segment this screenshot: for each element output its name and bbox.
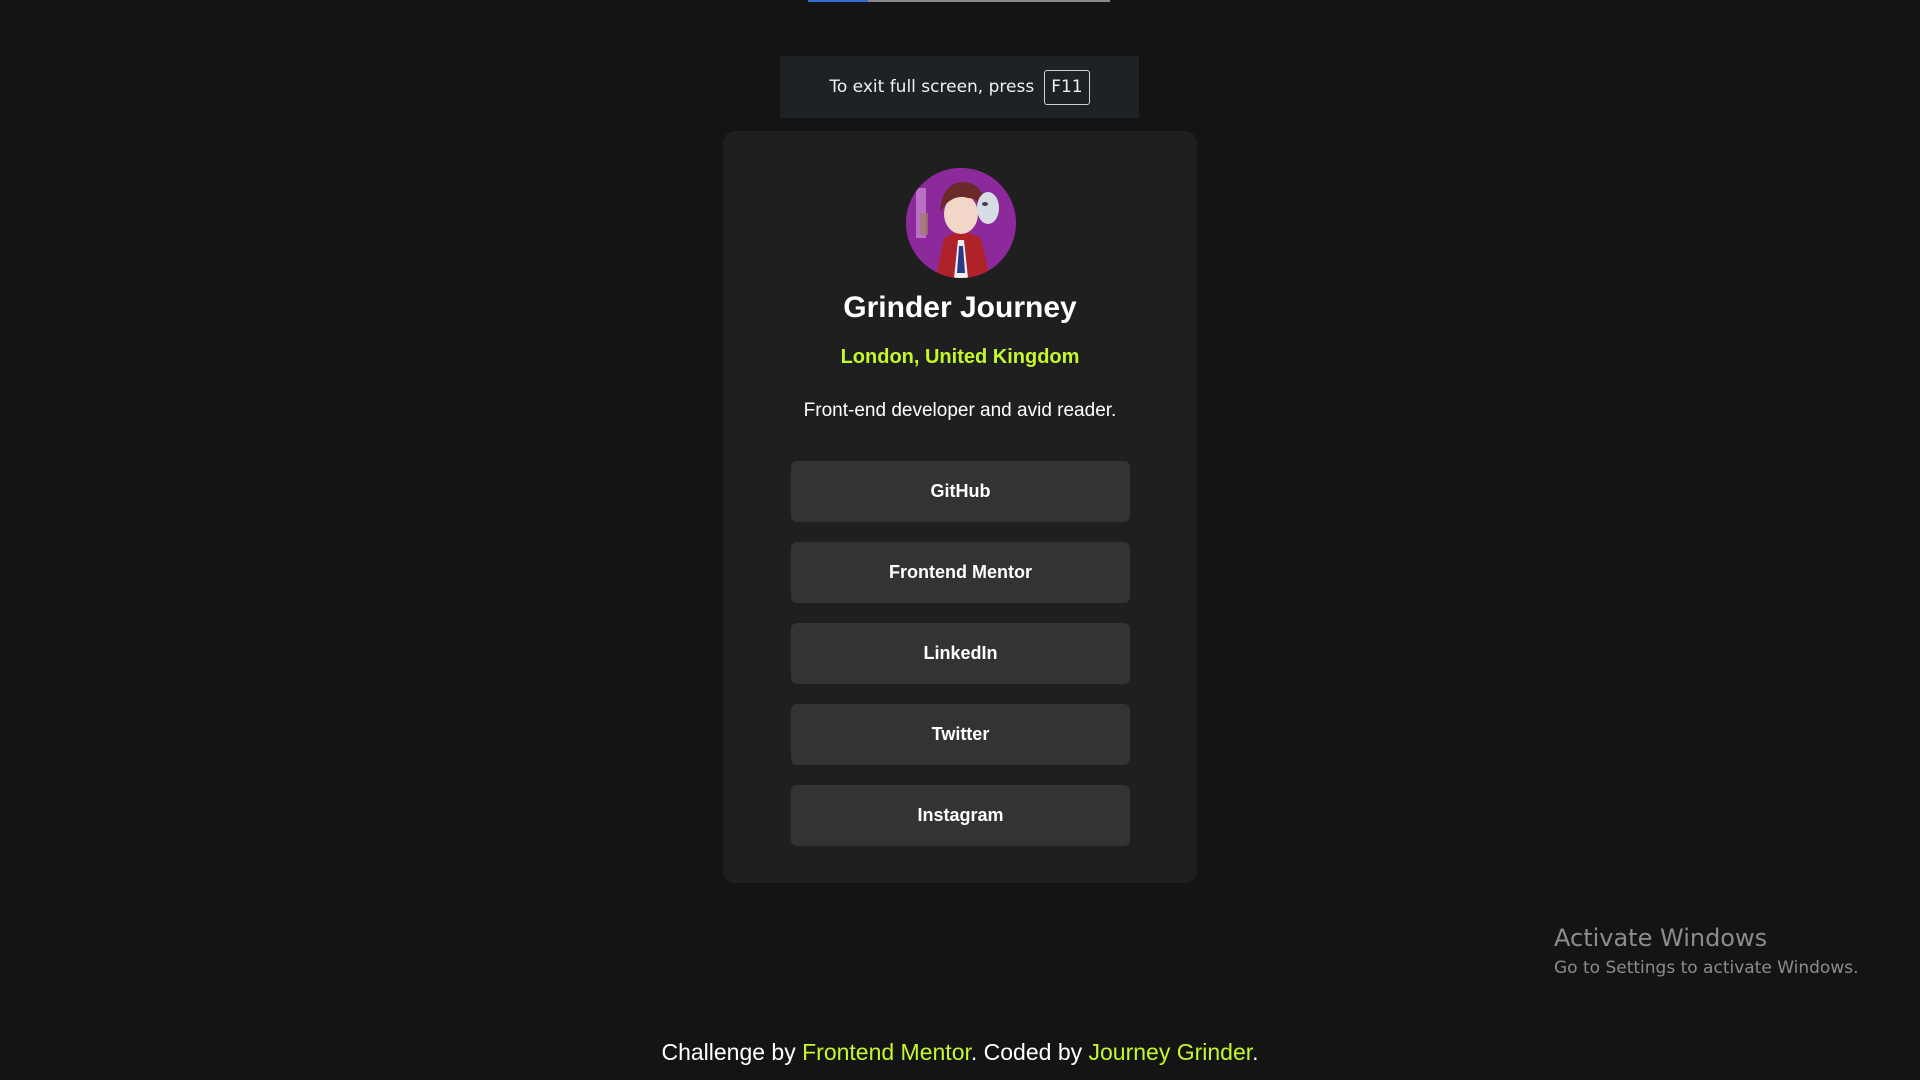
watermark-title: Activate Windows xyxy=(1554,924,1768,952)
github-link-button[interactable]: GitHub xyxy=(791,461,1130,522)
frontend-mentor-link-button[interactable]: Frontend Mentor xyxy=(791,542,1130,603)
windows-activation-watermark: Activate Windows Go to Settings to activ… xyxy=(1554,924,1859,978)
instagram-link-button[interactable]: Instagram xyxy=(791,785,1130,846)
fullscreen-key-badge: F11 xyxy=(1044,69,1090,105)
twitter-link-button[interactable]: Twitter xyxy=(791,704,1130,765)
footer-suffix: . xyxy=(1252,1039,1259,1065)
fullscreen-notice-text: To exit full screen, press xyxy=(829,77,1035,97)
profile-bio: Front-end developer and avid reader. xyxy=(803,400,1117,421)
attribution-footer: Challenge by Frontend Mentor. Coded by J… xyxy=(0,1039,1920,1066)
avatar xyxy=(906,168,1016,278)
top-progress-fill xyxy=(808,0,869,2)
frontend-mentor-footer-link[interactable]: Frontend Mentor xyxy=(802,1039,971,1065)
linkedin-link-button[interactable]: LinkedIn xyxy=(791,623,1130,684)
watermark-subtitle: Go to Settings to activate Windows. xyxy=(1554,958,1859,978)
profile-location: London, United Kingdom xyxy=(840,346,1080,368)
author-footer-link[interactable]: Journey Grinder xyxy=(1089,1039,1253,1065)
profile-card: Grinder Journey London, United Kingdom F… xyxy=(723,131,1197,883)
top-progress-bar xyxy=(808,0,1110,2)
avatar-illustration xyxy=(906,168,1016,278)
footer-middle: . Coded by xyxy=(970,1039,1089,1065)
fullscreen-notice: To exit full screen, press F11 xyxy=(780,56,1139,118)
footer-prefix: Challenge by xyxy=(661,1039,803,1065)
profile-name: Grinder Journey xyxy=(843,291,1077,324)
